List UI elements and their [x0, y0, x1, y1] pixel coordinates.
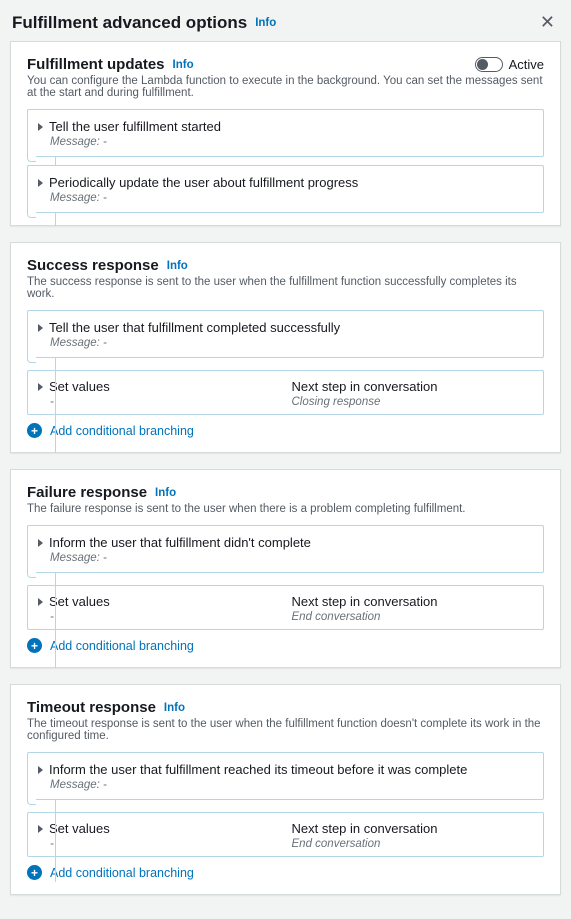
page-title: Fulfillment advanced options	[12, 13, 247, 33]
panel-fulfillment-updates: Fulfillment updates Info Active You can …	[10, 41, 561, 226]
card-failure-branch[interactable]: Set values - Next step in conversation E…	[27, 585, 544, 630]
failure-description: The failure response is sent to the user…	[27, 503, 544, 515]
failure-add-branch-label: Add conditional branching	[50, 639, 194, 653]
success-title: Success response	[27, 257, 159, 274]
timeout-set-values-title: Set values	[49, 821, 110, 836]
success-description: The success response is sent to the user…	[27, 276, 544, 300]
panel-timeout-response: Timeout response Info The timeout respon…	[10, 684, 561, 895]
success-info-link[interactable]: Info	[167, 260, 188, 272]
active-toggle-label: Active	[509, 57, 544, 72]
failure-set-values-title: Set values	[49, 594, 110, 609]
timeout-tell-value: Message: -	[50, 779, 533, 791]
plus-icon: +	[27, 638, 42, 653]
close-icon[interactable]: ✕	[536, 12, 559, 33]
timeout-info-link[interactable]: Info	[164, 702, 185, 714]
expand-icon	[38, 383, 43, 391]
success-add-branch-button[interactable]: + Add conditional branching	[27, 421, 544, 440]
card-timeout-branch[interactable]: Set values - Next step in conversation E…	[27, 812, 544, 857]
card-failure-tell[interactable]: Inform the user that fulfillment didn't …	[27, 525, 544, 573]
timeout-title: Timeout response	[27, 699, 156, 716]
success-next-step-title: Next step in conversation	[292, 379, 438, 394]
plus-icon: +	[27, 423, 42, 438]
expand-icon	[38, 766, 43, 774]
expand-icon	[38, 598, 43, 606]
success-tell-value: Message: -	[50, 337, 533, 349]
card-success-tell[interactable]: Tell the user that fulfillment completed…	[27, 310, 544, 358]
plus-icon: +	[27, 865, 42, 880]
header-info-link[interactable]: Info	[255, 17, 276, 29]
expand-icon	[38, 539, 43, 547]
card-success-branch[interactable]: Set values - Next step in conversation C…	[27, 370, 544, 415]
timeout-next-step-title: Next step in conversation	[292, 821, 438, 836]
failure-set-values-value: -	[50, 611, 280, 623]
progress-message-value: Message: -	[50, 192, 533, 204]
timeout-description: The timeout response is sent to the user…	[27, 718, 544, 742]
failure-next-step-value: End conversation	[292, 611, 534, 623]
expand-icon	[38, 179, 43, 187]
start-message-title: Tell the user fulfillment started	[49, 119, 221, 134]
progress-message-title: Periodically update the user about fulfi…	[49, 175, 358, 190]
failure-info-link[interactable]: Info	[155, 487, 176, 499]
failure-add-branch-button[interactable]: + Add conditional branching	[27, 636, 544, 655]
timeout-add-branch-label: Add conditional branching	[50, 866, 194, 880]
failure-tell-title: Inform the user that fulfillment didn't …	[49, 535, 311, 550]
success-set-values-title: Set values	[49, 379, 110, 394]
panel-success-response: Success response Info The success respon…	[10, 242, 561, 453]
updates-description: You can configure the Lambda function to…	[27, 75, 544, 99]
timeout-set-values-value: -	[50, 838, 280, 850]
failure-next-step-title: Next step in conversation	[292, 594, 438, 609]
expand-icon	[38, 123, 43, 131]
start-message-value: Message: -	[50, 136, 533, 148]
timeout-next-step-value: End conversation	[292, 838, 534, 850]
success-tell-title: Tell the user that fulfillment completed…	[49, 320, 340, 335]
updates-info-link[interactable]: Info	[173, 59, 194, 71]
panel-failure-response: Failure response Info The failure respon…	[10, 469, 561, 668]
active-toggle[interactable]	[475, 57, 503, 72]
timeout-tell-title: Inform the user that fulfillment reached…	[49, 762, 467, 777]
expand-icon	[38, 324, 43, 332]
updates-title: Fulfillment updates	[27, 56, 165, 73]
success-add-branch-label: Add conditional branching	[50, 424, 194, 438]
success-set-values-value: -	[50, 396, 280, 408]
expand-icon	[38, 825, 43, 833]
card-progress-message[interactable]: Periodically update the user about fulfi…	[27, 165, 544, 213]
success-next-step-value: Closing response	[292, 396, 534, 408]
card-timeout-tell[interactable]: Inform the user that fulfillment reached…	[27, 752, 544, 800]
timeout-add-branch-button[interactable]: + Add conditional branching	[27, 863, 544, 882]
failure-title: Failure response	[27, 484, 147, 501]
failure-tell-value: Message: -	[50, 552, 533, 564]
card-start-message[interactable]: Tell the user fulfillment started Messag…	[27, 109, 544, 157]
